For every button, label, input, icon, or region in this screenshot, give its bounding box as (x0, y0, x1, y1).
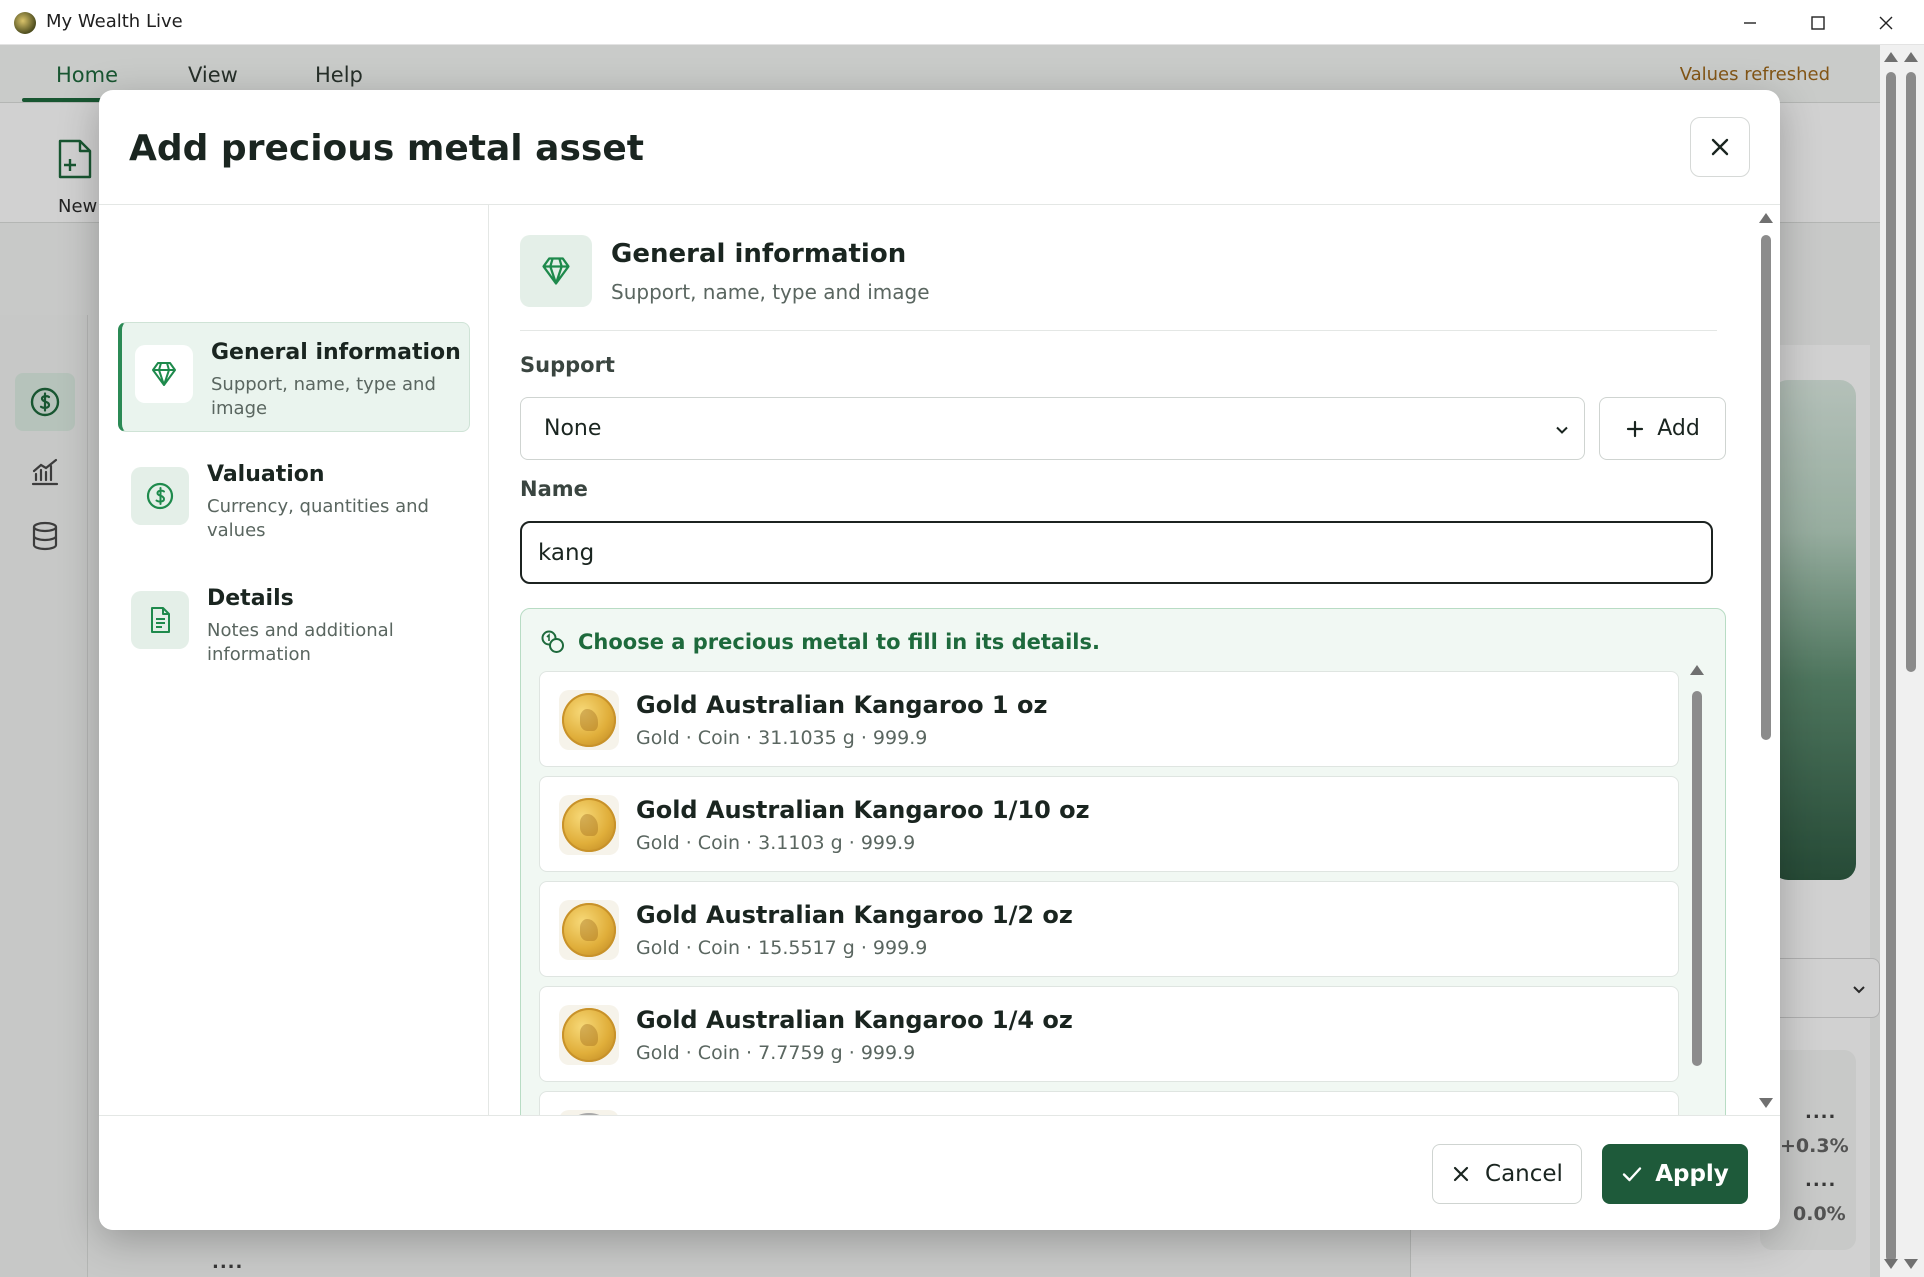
list-item[interactable]: Gold Australian Kangaroo 1/2 oz Gold · C… (539, 881, 1679, 977)
cancel-label: Cancel (1485, 1161, 1563, 1187)
chevron-down-icon (1556, 426, 1568, 434)
scroll-down-arrow-icon[interactable] (1884, 1259, 1898, 1269)
list-item[interactable]: Gold Australian Kangaroo 1/10 oz Gold · … (539, 776, 1679, 872)
coins-icon (541, 630, 564, 653)
item-title: Gold Australian Kangaroo 1/4 oz (636, 1006, 1073, 1034)
plus-icon (1627, 420, 1644, 437)
scrollbar-thumb[interactable] (1761, 235, 1771, 740)
suggestions-scrollbar[interactable] (1690, 665, 1704, 1111)
cancel-button[interactable]: Cancel (1432, 1144, 1582, 1204)
check-icon (1622, 1167, 1642, 1182)
step-valuation[interactable]: Valuation Currency, quantities and value… (118, 445, 470, 555)
scroll-down-arrow-icon[interactable] (1904, 1259, 1918, 1269)
minimize-icon (1744, 21, 1756, 24)
item-subtitle: Gold · Coin · 15.5517 g · 999.9 (636, 937, 928, 959)
item-title: Gold Australian Kangaroo 1/10 oz (636, 796, 1090, 824)
step-icon (135, 345, 193, 403)
list-item-partial[interactable] (539, 1091, 1679, 1115)
step-subtitle: Notes and additional information (207, 620, 394, 665)
app-logo-icon (14, 12, 36, 34)
scrollbar-thumb[interactable] (1906, 72, 1916, 672)
support-select-value: None (544, 416, 602, 441)
item-subtitle: Gold · Coin · 7.7759 g · 999.9 (636, 1042, 916, 1064)
step-title: General information (211, 340, 461, 365)
close-icon (1711, 138, 1729, 156)
dialog-close-button[interactable] (1690, 117, 1750, 177)
name-input[interactable] (520, 521, 1713, 584)
step-icon (131, 591, 189, 649)
dialog-footer: Cancel Apply (99, 1115, 1780, 1230)
step-subtitle: Currency, quantities and values (207, 496, 429, 541)
apply-label: Apply (1655, 1161, 1729, 1187)
list-item[interactable]: Gold Australian Kangaroo 1 oz Gold · Coi… (539, 671, 1679, 767)
maximize-button[interactable] (1784, 0, 1852, 45)
scroll-up-arrow-icon[interactable] (1690, 665, 1704, 675)
gold-coin-icon (559, 900, 619, 960)
metal-suggestions: Choose a precious metal to fill in its d… (520, 608, 1726, 1115)
scroll-up-arrow-icon[interactable] (1904, 52, 1918, 62)
step-icon (131, 467, 189, 525)
step-title: Details (207, 586, 294, 611)
dollar-circle-icon (146, 482, 174, 510)
step-details[interactable]: Details Notes and additional information (118, 569, 470, 679)
dialog-title: Add precious metal asset (129, 128, 644, 169)
close-icon (1453, 1166, 1469, 1182)
apply-button[interactable]: Apply (1602, 1144, 1748, 1204)
gold-coin-icon (559, 690, 619, 750)
diamond-icon (542, 257, 570, 285)
step-title: Valuation (207, 462, 325, 487)
title-bar: My Wealth Live (0, 0, 1924, 45)
content-scrollbar[interactable] (1759, 205, 1773, 1115)
minimize-button[interactable] (1716, 0, 1784, 45)
gold-coin-icon (559, 795, 619, 855)
list-item[interactable]: Gold Australian Kangaroo 1/4 oz Gold · C… (539, 986, 1679, 1082)
name-label: Name (520, 477, 588, 501)
diamond-icon (152, 362, 176, 386)
step-subtitle: Support, name, type and image (211, 374, 436, 419)
support-select[interactable]: None (520, 397, 1585, 460)
add-asset-dialog: Add precious metal asset General informa… (99, 90, 1780, 1230)
window-close-button[interactable] (1852, 0, 1920, 45)
item-title: Gold Australian Kangaroo 1/2 oz (636, 901, 1073, 929)
section-title: General information (611, 239, 907, 269)
dialog-header: Add precious metal asset (99, 90, 1780, 205)
maximize-icon (1811, 15, 1825, 30)
section-divider (520, 330, 1717, 331)
scrollbar-thumb[interactable] (1692, 691, 1702, 1066)
gold-coin-icon (559, 1005, 619, 1065)
support-label: Support (520, 353, 615, 377)
step-general-information[interactable]: General information Support, name, type … (118, 322, 470, 432)
scroll-down-arrow-icon[interactable] (1759, 1098, 1773, 1108)
section-icon (520, 235, 592, 307)
suggestions-list: Gold Australian Kangaroo 1 oz Gold · Coi… (539, 671, 1679, 1115)
item-subtitle: Gold · Coin · 3.1103 g · 999.9 (636, 832, 916, 854)
scrollbar-thumb[interactable] (1886, 72, 1896, 1262)
add-support-label: Add (1657, 416, 1700, 441)
scroll-up-arrow-icon[interactable] (1884, 52, 1898, 62)
dialog-content: General information Support, name, type … (490, 205, 1780, 1115)
suggestions-header: Choose a precious metal to fill in its d… (578, 630, 1100, 654)
scroll-up-arrow-icon[interactable] (1759, 213, 1773, 223)
item-title: Gold Australian Kangaroo 1 oz (636, 691, 1048, 719)
window-scrollbar[interactable] (1880, 45, 1924, 1277)
step-navigation: General information Support, name, type … (99, 205, 489, 1115)
item-subtitle: Gold · Coin · 31.1035 g · 999.9 (636, 727, 928, 749)
section-subtitle: Support, name, type and image (611, 280, 930, 304)
window-title: My Wealth Live (46, 11, 183, 32)
document-icon (151, 607, 170, 633)
window-close-icon (1879, 16, 1893, 29)
add-support-button[interactable]: Add (1599, 397, 1726, 460)
